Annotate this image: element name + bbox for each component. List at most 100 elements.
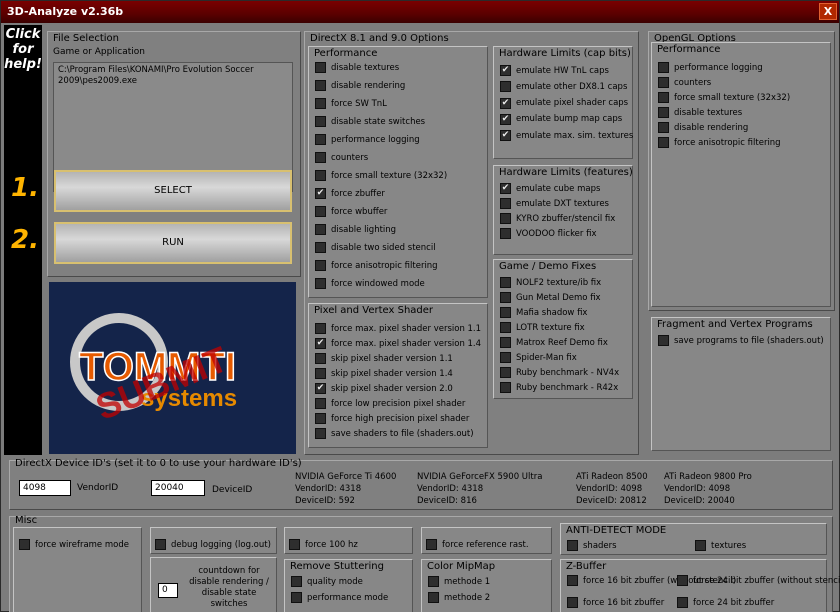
checkbox[interactable] — [500, 307, 511, 318]
run-button[interactable]: RUN — [54, 222, 292, 264]
countdown-input[interactable]: 0 — [158, 583, 178, 598]
checkbox-row[interactable]: save shaders to file (shaders.out) — [315, 427, 474, 440]
checkbox-row[interactable]: emulate max. sim. textures — [500, 129, 633, 142]
checkbox[interactable] — [658, 137, 669, 148]
checkbox[interactable] — [315, 116, 326, 127]
checkbox[interactable] — [658, 107, 669, 118]
checkbox-row[interactable]: force anisotropic filtering — [315, 259, 438, 272]
checkbox-row[interactable]: disable lighting — [315, 223, 396, 236]
checkbox-row[interactable]: force SW TnL — [315, 97, 387, 110]
device-id-input[interactable]: 20040 — [151, 480, 205, 496]
checkbox-row[interactable]: quality mode — [291, 575, 363, 588]
checkbox-row[interactable]: save programs to file (shaders.out) — [658, 334, 824, 347]
checkbox-row[interactable]: methode 2 — [428, 591, 490, 604]
checkbox[interactable] — [315, 98, 326, 109]
checkbox[interactable] — [567, 575, 578, 586]
select-button[interactable]: SELECT — [54, 170, 292, 212]
checkbox-row[interactable]: force small texture (32x32) — [315, 169, 447, 182]
checkbox-row[interactable]: force 16 bit zbuffer — [567, 596, 664, 609]
debug-checkbox-row[interactable]: debug logging (log.out) — [155, 538, 271, 551]
refrast-checkbox-row[interactable]: force reference rast. — [426, 538, 529, 551]
checkbox-row[interactable]: Ruby benchmark - NV4x — [500, 366, 619, 379]
checkbox-row[interactable]: disable rendering — [315, 79, 405, 92]
checkbox[interactable] — [500, 352, 511, 363]
checkbox-row[interactable]: force zbuffer — [315, 187, 385, 200]
checkbox-row[interactable]: Gun Metal Demo fix — [500, 291, 601, 304]
vendor-id-input[interactable]: 4098 — [19, 480, 71, 496]
checkbox[interactable] — [315, 152, 326, 163]
preset-card[interactable]: NVIDIA GeForceFX 5900 Ultra VendorID: 431… — [417, 471, 542, 507]
checkbox[interactable] — [315, 428, 326, 439]
preset-card[interactable]: ATi Radeon 9800 Pro VendorID: 4098 DeviceI… — [664, 471, 752, 507]
checkbox[interactable] — [315, 242, 326, 253]
preset-card[interactable]: ATi Radeon 8500 VendorID: 4098 DeviceID: 2… — [576, 471, 648, 507]
checkbox[interactable] — [155, 539, 166, 550]
checkbox[interactable] — [315, 368, 326, 379]
checkbox[interactable] — [315, 80, 326, 91]
checkbox[interactable] — [291, 592, 302, 603]
checkbox-row[interactable]: force low precision pixel shader — [315, 397, 465, 410]
checkbox[interactable] — [677, 597, 688, 608]
checkbox[interactable] — [315, 398, 326, 409]
checkbox-row[interactable]: disable state switches — [315, 115, 425, 128]
checkbox-row[interactable]: skip pixel shader version 1.1 — [315, 352, 453, 365]
checkbox[interactable] — [500, 213, 511, 224]
checkbox[interactable] — [315, 383, 326, 394]
checkbox[interactable] — [315, 62, 326, 73]
checkbox[interactable] — [426, 539, 437, 550]
checkbox-row[interactable]: emulate pixel shader caps — [500, 97, 628, 110]
checkbox[interactable] — [428, 592, 439, 603]
checkbox-row[interactable]: emulate DXT textures — [500, 197, 609, 210]
checkbox[interactable] — [658, 92, 669, 103]
shaders-checkbox-row[interactable]: shaders — [567, 539, 617, 552]
checkbox[interactable] — [658, 77, 669, 88]
checkbox[interactable] — [315, 413, 326, 424]
checkbox-row[interactable]: Mafia shadow fix — [500, 306, 587, 319]
checkbox-row[interactable]: NOLF2 texture/ib fix — [500, 276, 601, 289]
textures-checkbox-row[interactable]: textures — [695, 539, 746, 552]
checkbox-row[interactable]: methode 1 — [428, 575, 490, 588]
checkbox[interactable] — [289, 539, 300, 550]
checkbox-row[interactable]: force windowed mode — [315, 277, 425, 290]
checkbox[interactable] — [315, 278, 326, 289]
checkbox[interactable] — [567, 597, 578, 608]
checkbox[interactable] — [500, 292, 511, 303]
checkbox-row[interactable]: force max. pixel shader version 1.1 — [315, 322, 481, 335]
checkbox[interactable] — [315, 323, 326, 334]
checkbox[interactable] — [315, 188, 326, 199]
preset-card[interactable]: NVIDIA GeForce Ti 4600 VendorID: 4318 Devi… — [295, 471, 396, 507]
checkbox-row[interactable]: disable two sided stencil — [315, 241, 436, 254]
checkbox-row[interactable]: Matrox Reef Demo fix — [500, 336, 608, 349]
checkbox-row[interactable]: Spider-Man fix — [500, 351, 577, 364]
checkbox[interactable] — [500, 113, 511, 125]
checkbox[interactable] — [315, 260, 326, 271]
checkbox-row[interactable]: force 24 bit zbuffer — [677, 596, 774, 609]
checkbox[interactable] — [500, 277, 511, 288]
checkbox-row[interactable]: performance logging — [658, 61, 763, 74]
checkbox-row[interactable]: emulate other DX8.1 caps — [500, 80, 627, 93]
checkbox-row[interactable]: KYRO zbuffer/stencil fix — [500, 212, 615, 225]
checkbox[interactable] — [500, 198, 511, 209]
checkbox[interactable] — [500, 367, 511, 378]
checkbox-row[interactable]: force 24 bit zbuffer (without stencil) — [677, 574, 840, 587]
checkbox[interactable] — [658, 62, 669, 73]
checkbox[interactable] — [500, 65, 511, 76]
checkbox[interactable] — [500, 382, 511, 393]
checkbox-row[interactable]: force max. pixel shader version 1.4 — [315, 337, 481, 350]
checkbox-row[interactable]: skip pixel shader version 1.4 — [315, 367, 453, 380]
checkbox-row[interactable]: Ruby benchmark - R42x — [500, 381, 618, 394]
checkbox[interactable] — [315, 353, 326, 364]
checkbox[interactable] — [567, 540, 578, 551]
close-button[interactable]: X — [819, 3, 837, 20]
checkbox-row[interactable]: emulate cube maps — [500, 182, 600, 195]
checkbox-row[interactable]: emulate HW TnL caps — [500, 64, 609, 77]
checkbox-row[interactable]: VOODOO flicker fix — [500, 227, 597, 240]
checkbox[interactable] — [315, 224, 326, 235]
checkbox-row[interactable]: force wbuffer — [315, 205, 387, 218]
wireframe-checkbox-row[interactable]: force wireframe mode — [19, 538, 129, 551]
checkbox[interactable] — [315, 206, 326, 217]
checkbox[interactable] — [500, 81, 511, 93]
checkbox[interactable] — [500, 322, 511, 333]
checkbox[interactable] — [315, 338, 326, 349]
checkbox-row[interactable]: disable textures — [658, 106, 742, 119]
